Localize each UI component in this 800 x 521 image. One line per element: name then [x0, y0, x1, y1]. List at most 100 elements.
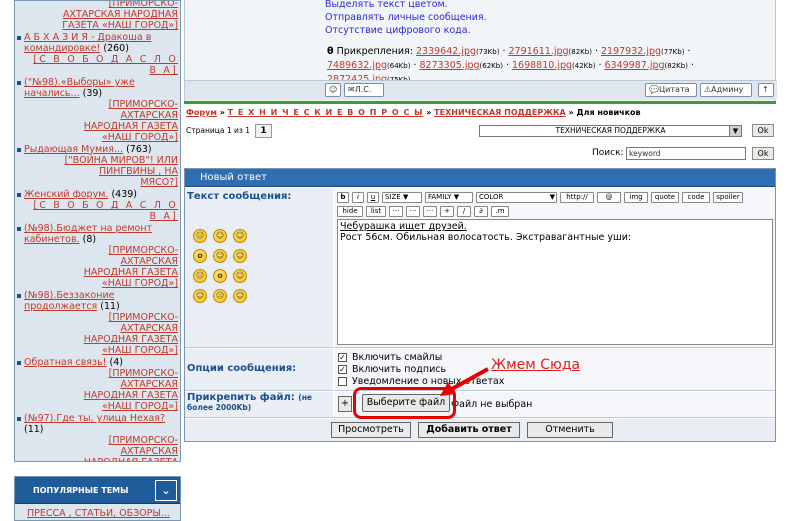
family-select[interactable]: FAMILY ▼ — [425, 192, 473, 203]
pagination: Страница 1 из 1 1 — [186, 124, 272, 138]
topic-title-link[interactable]: Женский форум. — [24, 189, 108, 200]
search-button[interactable]: Ok — [752, 147, 774, 160]
sub-button[interactable]: ··· — [406, 206, 420, 217]
admin-button[interactable]: ⚠Админу — [700, 83, 752, 97]
forum-go-button[interactable]: Ok — [752, 124, 774, 137]
symbol-button[interactable]: ∂ — [474, 206, 488, 217]
topic-source-link[interactable]: [ПРИМОРСКО-АХТАРСКАЯ НАРОДНАЯ ГАЗЕТА «НА… — [53, 1, 178, 31]
cancel-button[interactable]: Отменить — [527, 422, 613, 438]
attachment-link[interactable]: 1698810.jpg — [512, 60, 572, 71]
italic-button[interactable]: i — [352, 192, 364, 203]
search-input[interactable]: keyword — [626, 147, 746, 160]
topic-title-link[interactable]: (№97).Где ты, улица Нехая? — [24, 413, 165, 424]
smiley-grin-icon[interactable]: ☺ — [233, 229, 247, 243]
message-textarea[interactable]: Чебурашка ищет друзей. Рост 56см. Обильн… — [337, 219, 773, 345]
topic-title-link[interactable]: Рыдающая Мумия... — [24, 144, 123, 155]
topic-source-link[interactable]: [С В О Б О Д А С Л О В А] — [24, 54, 178, 76]
page-button[interactable]: 1 — [255, 124, 272, 138]
option-notify[interactable]: Уведомление о новых ответах — [338, 375, 775, 387]
size-select[interactable]: SIZE ▼ — [382, 192, 422, 203]
topic-title-link[interactable]: ("№98).«Выборы» уже начались... — [24, 77, 135, 99]
bold-button[interactable]: b — [337, 192, 349, 203]
attachment-link[interactable]: 6349987.jpg — [605, 60, 665, 71]
choose-file-button[interactable]: Выберите файл — [362, 394, 450, 412]
smiley-wink-icon[interactable]: ☺ — [233, 249, 247, 263]
forum-navigation: Страница 1 из 1 1 ТЕХНИЧЕСКАЯ ПОДДЕРЖКА … — [184, 120, 776, 164]
sup-button[interactable]: ··· — [423, 206, 437, 217]
pm-label: Л.С. — [354, 85, 372, 94]
color-select-label: COLOR — [479, 193, 504, 201]
smiley-angry-icon[interactable]: ☹ — [193, 229, 207, 243]
smiley-tongue-icon[interactable]: ☺ — [233, 289, 247, 303]
list-button[interactable]: list — [366, 206, 386, 217]
quote-tag-button[interactable]: quote — [651, 192, 679, 203]
popular-topic-link[interactable]: ПРЕССА , СТАТЬИ, ОБЗОРЫ... — [27, 508, 170, 519]
annotation-label: Жмем Сюда — [491, 357, 581, 373]
breadcrumb-subsection[interactable]: ТЕХНИЧЕСКАЯ ПОДДЕРЖКА — [434, 108, 566, 117]
smiley-cry-icon[interactable]: ☹ — [213, 289, 227, 303]
topic-count: (763) — [126, 144, 152, 155]
underline-button[interactable]: u — [367, 192, 379, 203]
topic-count: (39) — [82, 88, 103, 99]
translit-button[interactable]: .m — [491, 206, 509, 217]
checkbox-unchecked-icon[interactable] — [338, 376, 347, 386]
smiley-cool-icon[interactable]: ☺ — [233, 269, 247, 283]
chevron-down-icon[interactable]: ⌄ — [155, 480, 177, 501]
checkbox-checked-icon[interactable]: ✓ — [338, 364, 347, 374]
smiley-smile-icon[interactable]: ☺ — [213, 249, 227, 263]
topic-count: (11) — [24, 424, 44, 435]
hr-button[interactable]: ··· — [389, 206, 403, 217]
attachment-link[interactable]: 8273305.jpg — [420, 60, 480, 71]
topic-source-link[interactable]: ["ВОЙНА МИРОВ"! ИЛИ ПИНГВИНЫ , НА МЯСО?] — [24, 155, 178, 188]
forum-select-value: ТЕХНИЧЕСКАЯ ПОДДЕРЖКА — [555, 126, 666, 135]
smiley-surprised-icon[interactable]: o — [213, 269, 227, 283]
smiley-shocked-icon[interactable]: o — [193, 249, 207, 263]
topic-title-link[interactable]: Обратная связь! — [24, 357, 107, 368]
attachment-size: (77Kb) — [661, 48, 685, 56]
forum-select[interactable]: ТЕХНИЧЕСКАЯ ПОДДЕРЖКА ▼ — [479, 125, 742, 137]
quote-button[interactable]: 💬Цитата — [645, 83, 697, 97]
reply-form-header: Новый ответ — [185, 169, 775, 187]
attachment-link[interactable]: 2339642.jpg — [416, 46, 476, 57]
color-select[interactable]: COLOR ▼ — [476, 192, 557, 203]
topic-item: Женский форум. (439) [С В О Б О Д А С Л … — [15, 189, 178, 222]
profile-icon[interactable]: ☺ — [325, 83, 341, 97]
attachment-size: (62Kb) — [479, 62, 503, 70]
hide-button[interactable]: hide — [337, 206, 363, 217]
attachment-link[interactable]: 7489632.jpg — [327, 60, 387, 71]
option-signature-label: Включить подпись — [352, 363, 447, 375]
email-button[interactable]: @ — [597, 192, 621, 203]
topic-source-link[interactable]: [ПРИМОРСКО-АХТАРСКАЯ НАРОДНАЯ ГАЗЕТА «НА… — [24, 312, 178, 356]
attachment-size: (82Kb) — [568, 48, 592, 56]
breadcrumb-forum[interactable]: Форум — [186, 108, 217, 117]
code-button[interactable]: code — [682, 192, 710, 203]
attachment-link[interactable]: 2197932.jpg — [601, 46, 661, 57]
attachment-link[interactable]: 2791611.jpg — [508, 46, 568, 57]
img-button[interactable]: img — [624, 192, 648, 203]
topic-item: (№98).Бюджет на ремонт кабинетов. (8) [П… — [15, 223, 178, 289]
topic-source-link[interactable]: [ПРИМОРСКО-АХТАРСКАЯ НАРОДНАЯ ГАЗЕТА «НА… — [24, 368, 178, 412]
checkbox-checked-icon[interactable]: ✓ — [338, 352, 347, 362]
plus-button[interactable]: + — [440, 206, 454, 217]
post-line: Отсутствие цифрового кода. — [325, 25, 471, 36]
previous-post: Выделять текст цветом. Отправлять личные… — [184, 0, 777, 103]
topic-title-link[interactable]: А Б Х А З И Я - Дракоша в командировке! — [24, 32, 151, 54]
smiley-sad-icon[interactable]: ☹ — [193, 269, 207, 283]
topic-source-link[interactable]: [ПРИМОРСКО-АХТАРСКАЯ НАРОДНАЯ ГАЗЕТА «НА… — [24, 245, 178, 289]
smiley-happy-icon[interactable]: ☺ — [213, 229, 227, 243]
smiley-laugh-icon[interactable]: ☺ — [193, 289, 207, 303]
slash-button[interactable]: / — [457, 206, 471, 217]
message-label-cell: Текст сообщения: ☹ ☺ ☺ o ☺ ☺ ☹ o ☺ ☺ ☹ ☺ — [185, 188, 333, 348]
topic-source-link[interactable]: [ПРИМОРСКО-АХТАРСКАЯ НАРОДНАЯ ГАЗЕТА «НА… — [24, 435, 178, 461]
breadcrumb-section[interactable]: Т Е Х Н И Ч Е С К И Е В О П Р О С Ы — [228, 108, 424, 117]
topic-source-link[interactable]: [С В О Б О Д А С Л О В А] — [24, 200, 178, 222]
spoiler-button[interactable]: spoiler — [713, 192, 743, 203]
scroll-top-icon[interactable]: ↑ — [758, 83, 774, 97]
topic-source-link[interactable]: [ПРИМОРСКО-АХТАРСКАЯ НАРОДНАЯ ГАЗЕТА «НА… — [24, 99, 178, 143]
pm-button[interactable]: ✉Л.С. — [344, 83, 384, 97]
add-attachment-button[interactable]: + — [338, 396, 352, 412]
submit-reply-button[interactable]: Добавить ответ — [418, 422, 520, 438]
preview-button[interactable]: Просмотреть — [331, 422, 411, 438]
url-button[interactable]: http:// — [560, 192, 594, 203]
post-text: Выделять текст цветом. Отправлять личные… — [325, 0, 487, 37]
